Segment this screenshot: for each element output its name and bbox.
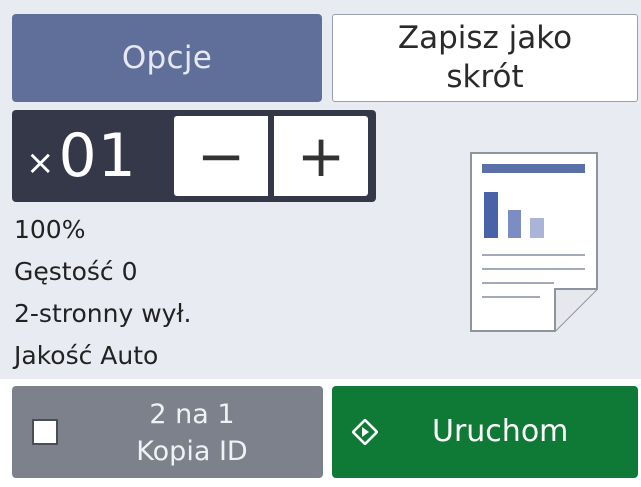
two-in-one-label-line2: Kopia ID <box>136 436 248 467</box>
save-as-shortcut-label-line1: Zapisz jako <box>397 20 573 56</box>
checkbox-icon[interactable] <box>32 419 58 445</box>
setting-quality: Jakość Auto <box>14 341 159 370</box>
two-in-one-id-copy-button[interactable]: 2 na 1 Kopia ID <box>12 386 323 478</box>
setting-duplex: 2-stronny wył. <box>14 299 192 328</box>
copies-control: × 01 − + <box>12 110 376 202</box>
increase-copies-button[interactable]: + <box>274 116 368 196</box>
setting-density: Gęstość 0 <box>14 257 138 286</box>
save-as-shortcut-button[interactable]: Zapisz jako skrót <box>332 14 638 102</box>
minus-icon: − <box>196 122 246 190</box>
copies-count: 01 <box>58 121 137 191</box>
options-button-label: Opcje <box>121 40 213 76</box>
start-icon <box>352 419 378 445</box>
two-in-one-label-line1: 2 na 1 <box>149 399 235 430</box>
copies-count-display: × 01 <box>26 120 137 192</box>
setting-enlargement: 100% <box>14 215 86 244</box>
decrease-copies-button[interactable]: − <box>174 116 268 196</box>
save-as-shortcut-label: Zapisz jako skrót <box>398 19 572 97</box>
start-button[interactable]: Uruchom <box>332 386 638 478</box>
options-button[interactable]: Opcje <box>12 14 322 102</box>
document-preview-icon <box>470 152 598 332</box>
copies-multiplier: × <box>26 143 55 183</box>
two-in-one-id-copy-label: 2 na 1 Kopia ID <box>72 396 312 470</box>
start-button-label: Uruchom <box>432 414 569 449</box>
save-as-shortcut-label-line2: skrót <box>446 59 524 95</box>
plus-icon: + <box>296 122 346 190</box>
